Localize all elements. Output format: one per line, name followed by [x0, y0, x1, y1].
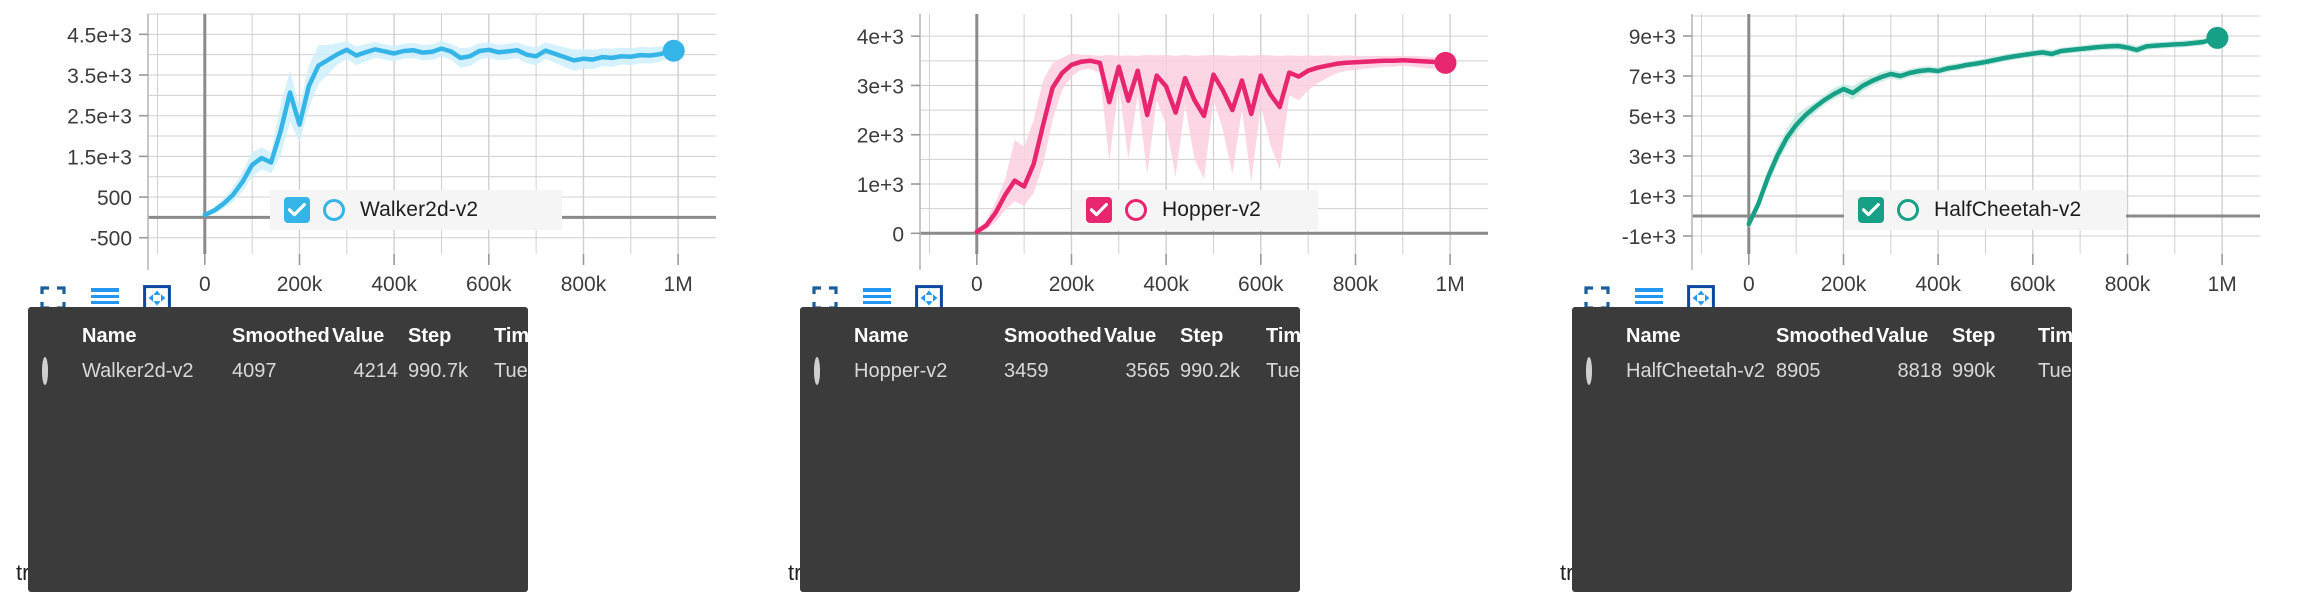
svg-text:1M: 1M [1436, 273, 1465, 292]
svg-text:400k: 400k [1143, 273, 1189, 292]
row-name: Walker2d-v2 [82, 360, 194, 382]
run-table: NameSmoothedValueStepTime HalfCheetah-v2 8… [1572, 321, 2072, 397]
svg-text:1e+3: 1e+3 [857, 174, 904, 197]
table-row[interactable]: Hopper-v2 3459 3565 990.2k Tue Dec 17, 1 [800, 357, 1300, 397]
svg-text:1M: 1M [2208, 273, 2237, 292]
legend-checkbox[interactable] [1086, 197, 1112, 223]
table-header-step[interactable]: Step [1170, 321, 1256, 358]
chart-panels: 4.5e+3 3.5e+3 2.5e+3 1.5e+3 500 -500 0 200k 400k… [0, 0, 2316, 592]
row-color-swatch [28, 357, 82, 397]
row-color-swatch [1572, 357, 1626, 397]
run-tooltip-card: NameSmoothedValueStepTime Walker2d-v2 4097… [28, 307, 528, 592]
row-value: 4214 [353, 360, 399, 382]
table-header-name[interactable]: Name [854, 321, 1004, 358]
table-header-time[interactable]: Time [484, 321, 528, 358]
table-header-time[interactable]: Time [1256, 321, 1300, 358]
svg-text:9e+3: 9e+3 [1629, 26, 1676, 49]
table-header-name[interactable]: Name [1626, 321, 1776, 358]
row-step: 990.2k [1180, 360, 1241, 382]
legend-label: Walker2d-v2 [360, 198, 479, 221]
run-table: NameSmoothedValueStepTime Hopper-v2 3459 35… [800, 321, 1300, 397]
run-table: NameSmoothedValueStepTime Walker2d-v2 4097… [28, 321, 528, 397]
legend-halfcheetah-v2[interactable]: HalfCheetah-v2 [1844, 190, 2126, 230]
table-header-smoothed[interactable]: Smoothed [1004, 321, 1104, 358]
svg-text:400k: 400k [371, 273, 417, 292]
run-tooltip-card: NameSmoothedValueStepTime HalfCheetah-v2 8… [1572, 307, 2072, 592]
row-time: Tue Dec 17 [494, 360, 528, 382]
table-row[interactable]: Walker2d-v2 4097 4214 990.7k Tue Dec 17 [28, 357, 528, 397]
row-smoothed: 4097 [232, 360, 277, 382]
table-header-swatch [1572, 321, 1626, 358]
table-header-value[interactable]: Value [332, 321, 398, 358]
svg-text:200k: 200k [277, 273, 323, 292]
legend-hopper-v2[interactable]: Hopper-v2 [1072, 190, 1318, 230]
svg-text:3.5e+3: 3.5e+3 [67, 65, 132, 88]
row-step: 990k [1952, 360, 1996, 382]
svg-text:-1e+3: -1e+3 [1622, 226, 1676, 249]
table-header-smoothed[interactable]: Smoothed [1776, 321, 1876, 358]
svg-text:600k: 600k [2010, 273, 2056, 292]
legend-walker2d-v2[interactable]: Walker2d-v2 [270, 190, 562, 230]
svg-text:-500: -500 [90, 228, 132, 251]
svg-text:5e+3: 5e+3 [1629, 106, 1676, 129]
row-smoothed: 8905 [1776, 360, 1821, 382]
svg-text:2e+3: 2e+3 [857, 125, 904, 148]
svg-text:3e+3: 3e+3 [857, 75, 904, 98]
chart-panel-hopper-v2: 4e+3 3e+3 2e+3 1e+3 0 0 200k 400k 600k 800k 1M Hopp… [772, 0, 1544, 592]
plot-area[interactable]: 4e+3 3e+3 2e+3 1e+3 0 0 200k 400k 600k 800k 1M [772, 0, 1544, 292]
svg-text:800k: 800k [561, 273, 607, 292]
row-name: HalfCheetah-v2 [1626, 360, 1765, 382]
table-header-smoothed[interactable]: Smoothed [232, 321, 332, 358]
plot-area[interactable]: 9e+3 7e+3 5e+3 3e+3 1e+3 -1e+3 0 200k 400k 600k 80… [1544, 0, 2316, 292]
svg-text:3e+3: 3e+3 [1629, 146, 1676, 169]
series-color-ring [323, 199, 345, 221]
table-row[interactable]: HalfCheetah-v2 8905 8818 990k Tue Dec 1 [1572, 357, 2072, 397]
row-name: Hopper-v2 [854, 360, 948, 382]
row-color-swatch [800, 357, 854, 397]
legend-checkbox[interactable] [284, 197, 310, 223]
table-header-swatch [28, 321, 82, 358]
chart-panel-halfcheetah-v2: 9e+3 7e+3 5e+3 3e+3 1e+3 -1e+3 0 200k 400k 600k 80… [1544, 0, 2316, 592]
svg-text:1e+3: 1e+3 [1629, 186, 1676, 209]
table-header-value[interactable]: Value [1104, 321, 1170, 358]
svg-text:600k: 600k [1238, 273, 1284, 292]
table-header-time[interactable]: Time [2028, 321, 2072, 358]
svg-text:4e+3: 4e+3 [857, 26, 904, 49]
svg-text:800k: 800k [2105, 273, 2151, 292]
table-header-step[interactable]: Step [1942, 321, 2028, 358]
svg-text:200k: 200k [1049, 273, 1095, 292]
table-header-name[interactable]: Name [82, 321, 232, 358]
svg-text:1M: 1M [664, 273, 693, 292]
svg-text:2.5e+3: 2.5e+3 [67, 106, 132, 129]
svg-text:7e+3: 7e+3 [1629, 66, 1676, 89]
svg-text:1.5e+3: 1.5e+3 [67, 146, 132, 169]
svg-text:0: 0 [1743, 273, 1755, 292]
legend-label: Hopper-v2 [1162, 198, 1261, 221]
chart-panel-walker2d-v2: 4.5e+3 3.5e+3 2.5e+3 1.5e+3 500 -500 0 200k 400k… [0, 0, 772, 592]
svg-text:600k: 600k [466, 273, 512, 292]
svg-text:0: 0 [199, 273, 211, 292]
svg-text:0: 0 [892, 223, 904, 246]
row-smoothed: 3459 [1004, 360, 1049, 382]
svg-text:4.5e+3: 4.5e+3 [67, 24, 132, 47]
table-header-swatch [800, 321, 854, 358]
row-time: Tue Dec 1 [2038, 360, 2072, 382]
svg-text:500: 500 [97, 187, 132, 210]
row-time: Tue Dec 17, 1 [1266, 360, 1300, 382]
table-header-step[interactable]: Step [398, 321, 484, 358]
row-step: 990.7k [408, 360, 469, 382]
svg-text:0: 0 [971, 273, 983, 292]
plot-area[interactable]: 4.5e+3 3.5e+3 2.5e+3 1.5e+3 500 -500 0 200k 400k… [0, 0, 772, 292]
svg-text:200k: 200k [1821, 273, 1867, 292]
legend-label: HalfCheetah-v2 [1934, 198, 2082, 221]
legend-checkbox[interactable] [1858, 197, 1884, 223]
series-color-ring [1125, 199, 1147, 221]
row-value: 3565 [1125, 360, 1171, 382]
row-value: 8818 [1897, 360, 1943, 382]
svg-text:800k: 800k [1333, 273, 1379, 292]
run-tooltip-card: NameSmoothedValueStepTime Hopper-v2 3459 35… [800, 307, 1300, 592]
series-color-ring [1897, 199, 1919, 221]
table-header-value[interactable]: Value [1876, 321, 1942, 358]
svg-text:400k: 400k [1915, 273, 1961, 292]
